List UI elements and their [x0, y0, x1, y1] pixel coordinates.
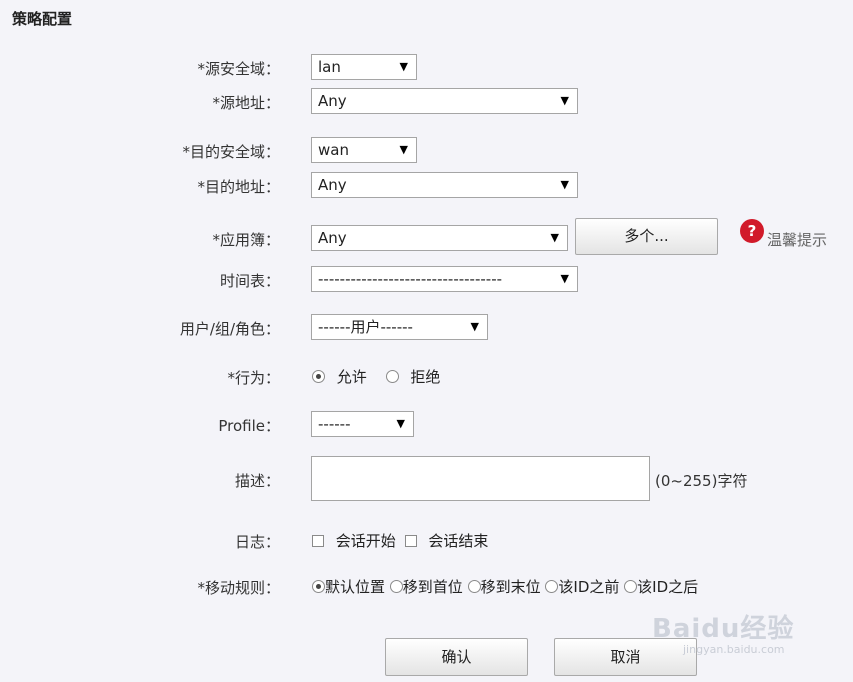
log-session-start-checkbox[interactable]: [312, 534, 324, 547]
help-icon[interactable]: ?: [740, 219, 764, 243]
dst-addr-label: *目的地址：: [197, 178, 280, 196]
profile-value: ------: [318, 415, 351, 433]
move-after-id-radio[interactable]: [624, 580, 638, 593]
action-allow-label: 允许: [336, 368, 367, 386]
src-zone-label: *源安全域：: [197, 60, 280, 78]
move-after-id-label: 该ID之后: [637, 578, 699, 596]
dst-zone-value: wan: [318, 141, 349, 159]
move-last-radio[interactable]: [467, 580, 481, 593]
description-label: 描述：: [234, 472, 280, 490]
baidu-watermark: Baidu经验: [652, 614, 795, 644]
dst-addr-select[interactable]: Any ▼: [311, 172, 578, 198]
src-addr-value: Any: [318, 92, 347, 110]
log-session-start-label: 会话开始: [335, 532, 396, 550]
schedule-value: ----------------------------------: [318, 270, 503, 288]
schedule-label: 时间表：: [219, 272, 280, 290]
chevron-down-icon: ▼: [560, 178, 569, 191]
src-addr-label: *源地址：: [212, 94, 280, 112]
description-hint: (0~255)字符: [655, 472, 748, 490]
src-zone-value: lan: [318, 58, 341, 76]
move-before-id-label: 该ID之前: [558, 578, 620, 596]
action-label: *行为：: [227, 369, 280, 387]
chevron-down-icon: ▼: [396, 417, 405, 430]
log-session-end-checkbox[interactable]: [404, 534, 417, 547]
app-book-label: *应用簿：: [212, 231, 280, 249]
move-default-label: 默认位置: [325, 578, 386, 596]
log-session-end-label: 会话结束: [428, 532, 489, 550]
move-first-radio[interactable]: [389, 580, 403, 593]
chevron-down-icon: ▼: [550, 231, 559, 244]
action-radio-group: 允许 拒绝: [312, 366, 440, 387]
user-value: ------用户------: [318, 318, 413, 336]
chevron-down-icon: ▼: [560, 94, 569, 107]
confirm-button[interactable]: 确认: [385, 638, 528, 676]
move-before-id-radio[interactable]: [545, 580, 559, 593]
profile-label: Profile：: [218, 417, 280, 435]
help-text[interactable]: 温馨提示: [767, 229, 827, 250]
dst-zone-label: *目的安全域：: [182, 143, 280, 161]
chevron-down-icon: ▼: [399, 60, 408, 73]
move-rule-label: *移动规则：: [197, 579, 280, 597]
app-book-value: Any: [318, 229, 347, 247]
move-last-label: 移到末位: [480, 578, 541, 596]
action-deny-label: 拒绝: [410, 368, 441, 386]
user-select[interactable]: ------用户------ ▼: [311, 314, 488, 340]
dst-zone-select[interactable]: wan ▼: [311, 137, 417, 163]
move-default-radio[interactable]: [312, 580, 325, 593]
move-rule-radio-group: 默认位置 移到首位 移到末位 该ID之前 该ID之后: [312, 576, 698, 597]
src-addr-select[interactable]: Any ▼: [311, 88, 578, 114]
action-allow-radio[interactable]: [312, 370, 325, 383]
action-deny-radio[interactable]: [385, 370, 399, 383]
chevron-down-icon: ▼: [399, 143, 408, 156]
page-title: 策略配置: [12, 10, 73, 28]
chevron-down-icon: ▼: [470, 320, 479, 333]
description-input[interactable]: [311, 456, 650, 501]
src-zone-select[interactable]: lan ▼: [311, 54, 417, 80]
multi-select-button[interactable]: 多个...: [575, 218, 718, 255]
schedule-select[interactable]: ---------------------------------- ▼: [311, 266, 578, 292]
user-label: 用户/组/角色：: [179, 320, 280, 338]
app-book-select[interactable]: Any ▼: [311, 225, 568, 251]
dst-addr-value: Any: [318, 176, 347, 194]
chevron-down-icon: ▼: [560, 272, 569, 285]
move-first-label: 移到首位: [402, 578, 463, 596]
log-checkbox-group: 会话开始 会话结束: [312, 530, 488, 551]
baidu-watermark-url: jingyan.baidu.com: [683, 643, 785, 656]
profile-select[interactable]: ------ ▼: [311, 411, 414, 437]
log-label: 日志：: [234, 533, 280, 551]
